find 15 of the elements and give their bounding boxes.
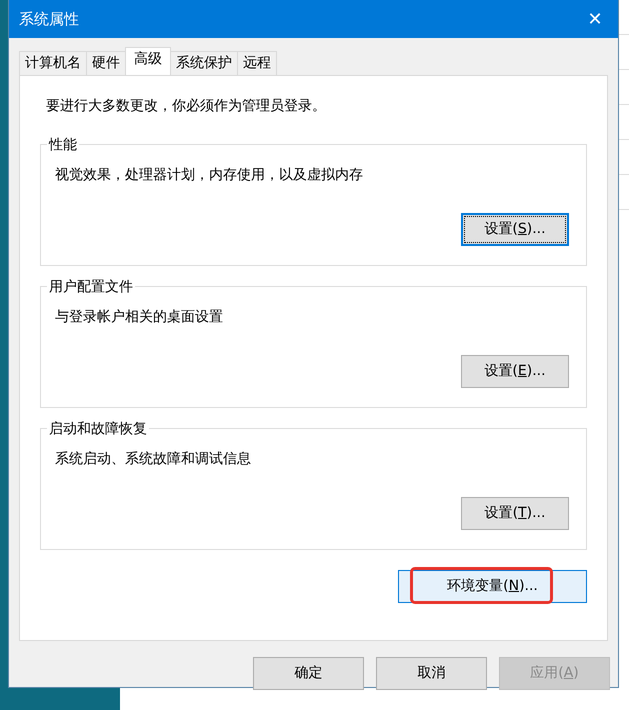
tab[interactable]: 高级 <box>125 47 171 75</box>
group-description: 视觉效果，处理器计划，内存使用，以及虚拟内存 <box>55 166 364 185</box>
group-description: 与登录帐户相关的桌面设置 <box>55 308 224 327</box>
dialog-button[interactable]: 取消 <box>376 657 487 690</box>
window-title: 系统属性 <box>19 8 79 30</box>
environment-variables-button[interactable]: 环境变量(N)... <box>398 570 587 603</box>
settings-button[interactable]: 设置(E)... <box>461 355 569 388</box>
tab[interactable]: 计算机名 <box>19 51 87 75</box>
settings-button[interactable]: 设置(T)... <box>461 497 569 530</box>
close-button[interactable]: ✕ <box>572 0 618 38</box>
admin-notice: 要进行大多数更改，你必须作为管理员登录。 <box>46 97 327 116</box>
dialog-button[interactable]: 确定 <box>253 657 364 690</box>
settings-button[interactable]: 设置(S)... <box>461 213 569 246</box>
group-description: 系统启动、系统故障和调试信息 <box>55 450 252 469</box>
tab[interactable]: 远程 <box>237 51 277 75</box>
